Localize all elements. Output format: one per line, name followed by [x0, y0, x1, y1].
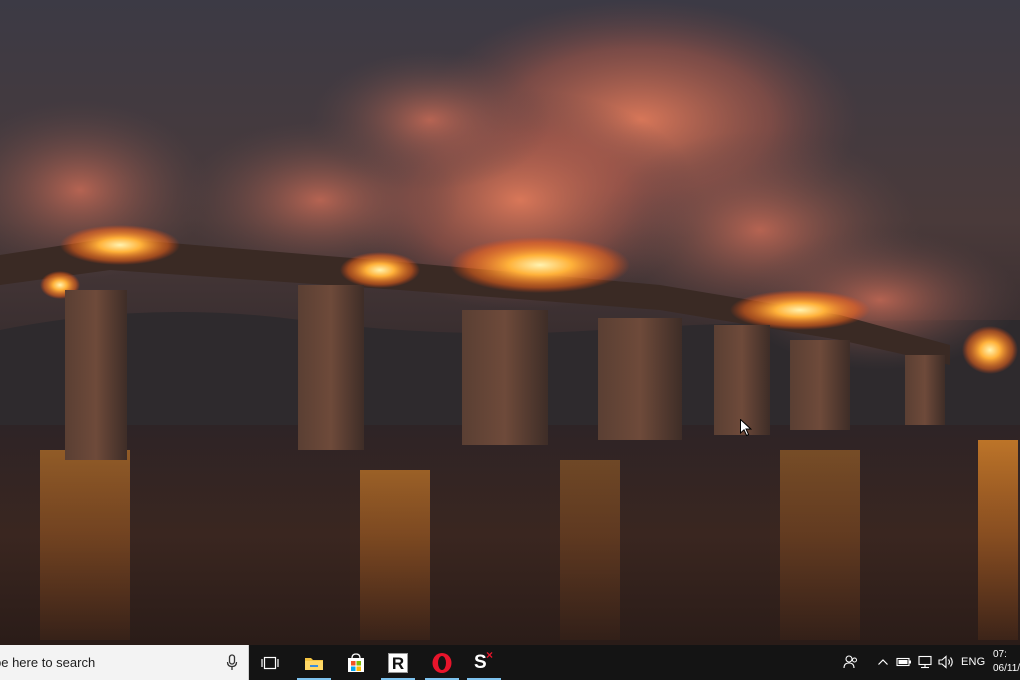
sx-app-superscript: ×	[486, 647, 494, 662]
search-placeholder: be here to search	[0, 655, 96, 670]
desktop-wallpaper	[0, 0, 1020, 645]
sx-app-label: S	[474, 651, 487, 673]
microphone-icon[interactable]	[226, 654, 238, 671]
r-app-button[interactable]: R	[380, 645, 416, 680]
clock[interactable]: 07: 06/11/	[993, 648, 1020, 676]
opera-button[interactable]	[424, 645, 460, 680]
folder-icon	[305, 657, 323, 670]
opera-icon	[432, 652, 452, 673]
chevron-up-icon[interactable]	[877, 656, 889, 668]
battery-icon[interactable]	[896, 656, 912, 668]
input-language-indicator[interactable]: ENG	[961, 656, 985, 668]
task-view-icon	[261, 656, 279, 669]
network-icon[interactable]	[918, 655, 934, 669]
taskbar: be here to search R S × ENG 07: 06/11/	[0, 645, 1020, 680]
volume-icon[interactable]	[938, 655, 956, 669]
r-app-icon: R	[388, 652, 408, 673]
people-icon[interactable]	[843, 654, 859, 670]
r-app-label: R	[391, 653, 405, 673]
sx-app-icon: S ×	[473, 648, 495, 674]
sx-app-button[interactable]: S ×	[466, 645, 502, 680]
clock-date: 06/11/	[993, 663, 1020, 674]
arrow-cursor-icon	[740, 419, 752, 437]
search-box[interactable]: be here to search	[0, 645, 249, 680]
clock-time: 07:	[993, 649, 1007, 660]
store-bag-icon	[348, 652, 364, 672]
task-view-button[interactable]	[252, 645, 288, 680]
microsoft-store-button[interactable]	[338, 645, 374, 680]
file-explorer-button[interactable]	[296, 645, 332, 680]
